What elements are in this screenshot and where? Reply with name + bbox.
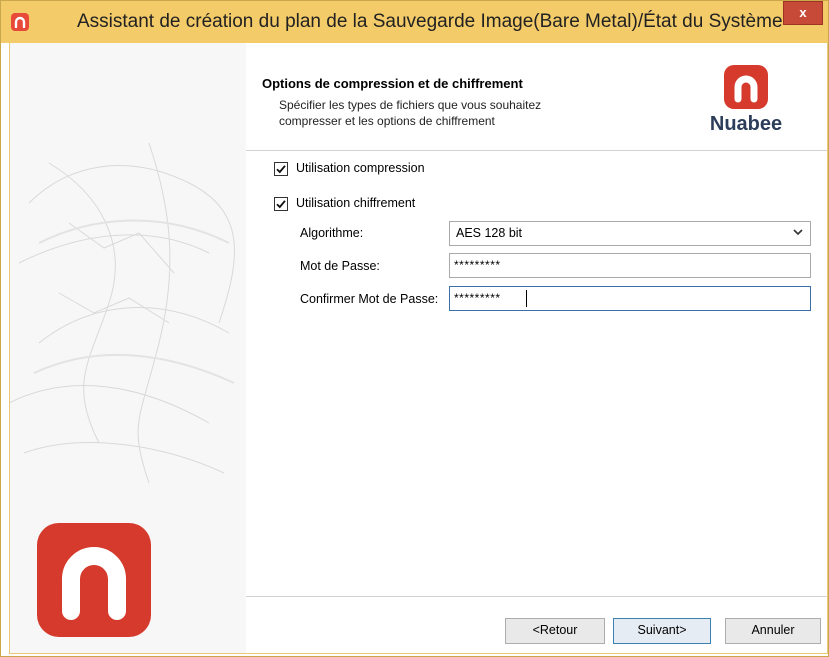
algorithm-value: AES 128 bit [456, 226, 523, 240]
side-banner [9, 43, 246, 654]
encryption-checkbox[interactable] [274, 197, 288, 211]
footer-divider [246, 596, 828, 597]
encryption-label: Utilisation chiffrement [296, 196, 416, 210]
page-title: Options de compression et de chiffrement [262, 76, 523, 91]
title-bar: Assistant de création du plan de la Sauv… [1, 1, 828, 43]
window-title: Assistant de création du plan de la Sauv… [77, 11, 783, 32]
password-label: Mot de Passe: [300, 259, 380, 273]
page-subtitle: Spécifier les types de fichiers que vous… [279, 97, 659, 129]
close-button[interactable]: x [783, 1, 823, 25]
wizard-window: Assistant de création du plan de la Sauv… [0, 0, 829, 657]
subtitle-line-2: compresser et les options de chiffrement [279, 114, 495, 128]
compression-label: Utilisation compression [296, 161, 425, 175]
algorithm-label: Algorithme: [300, 226, 364, 240]
password-field[interactable]: ********* [449, 253, 811, 278]
chevron-down-icon [793, 229, 803, 236]
cancel-button[interactable]: Annuler [725, 618, 821, 644]
brand-name: Nuabee [709, 113, 783, 135]
decorative-sketch-image [9, 142, 235, 484]
brand-mark-icon [724, 65, 768, 109]
header-panel: Options de compression et de chiffrement… [246, 43, 828, 150]
password-value: ********* [454, 258, 501, 272]
checkmark-icon [276, 165, 286, 174]
app-logo-icon [11, 13, 29, 31]
next-button[interactable]: Suivant> [613, 618, 711, 644]
algorithm-select[interactable]: AES 128 bit [449, 221, 811, 246]
confirm-password-label: Confirmer Mot de Passe: [300, 292, 439, 306]
checkmark-icon [276, 200, 286, 209]
compression-checkbox[interactable] [274, 162, 288, 176]
confirm-password-field[interactable]: ********* [449, 286, 811, 311]
side-brand-logo-icon [37, 523, 151, 637]
text-caret [526, 290, 527, 307]
back-button[interactable]: <Retour [505, 618, 605, 644]
confirm-password-value: ********* [454, 291, 501, 305]
brand-logo: Nuabee [696, 65, 796, 143]
wizard-content: Options de compression et de chiffrement… [9, 43, 828, 654]
subtitle-line-1: Spécifier les types de fichiers que vous… [279, 98, 542, 112]
header-divider [246, 150, 828, 151]
